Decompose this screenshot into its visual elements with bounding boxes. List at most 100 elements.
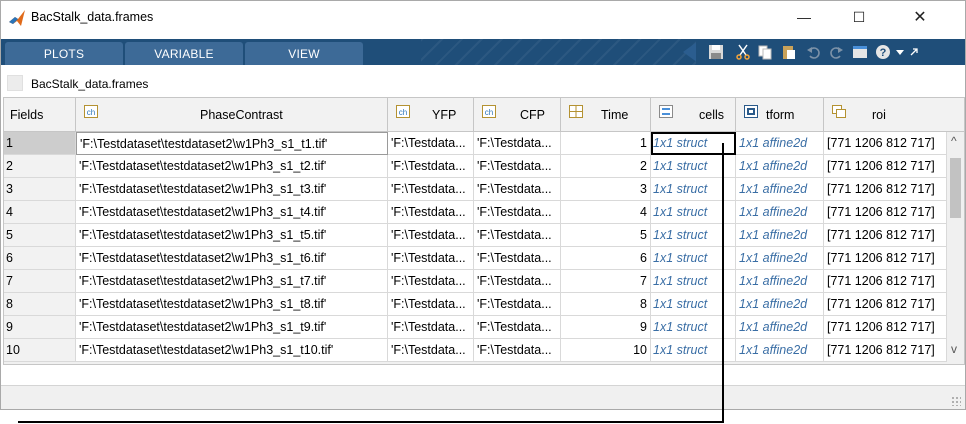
- roi-cell[interactable]: [771 1206 812 717]: [824, 316, 947, 339]
- tform-cell[interactable]: 1x1 affine2d: [736, 201, 824, 224]
- phasecontrast-cell[interactable]: 'F:\Testdataset\testdataset2\w1Ph3_s1_t6…: [76, 247, 388, 270]
- time-cell[interactable]: 10: [561, 339, 651, 362]
- phasecontrast-cell[interactable]: 'F:\Testdataset\testdataset2\w1Ph3_s1_t5…: [76, 224, 388, 247]
- tform-cell[interactable]: 1x1 affine2d: [736, 316, 824, 339]
- cfp-cell[interactable]: 'F:\Testdata...: [474, 293, 561, 316]
- time-cell[interactable]: 4: [561, 201, 651, 224]
- close-button[interactable]: ✕: [897, 1, 943, 33]
- column-header-tform[interactable]: tform: [736, 98, 824, 132]
- cfp-cell[interactable]: 'F:\Testdata...: [474, 247, 561, 270]
- yfp-cell[interactable]: 'F:\Testdata...: [388, 201, 474, 224]
- yfp-cell[interactable]: 'F:\Testdata...: [388, 132, 474, 155]
- time-cell[interactable]: 3: [561, 178, 651, 201]
- help-icon[interactable]: ?: [874, 43, 892, 61]
- roi-cell[interactable]: [771 1206 812 717]: [824, 224, 947, 247]
- phasecontrast-cell[interactable]: 'F:\Testdataset\testdataset2\w1Ph3_s1_t1…: [76, 339, 388, 362]
- yfp-cell[interactable]: 'F:\Testdata...: [388, 178, 474, 201]
- column-header-yfp[interactable]: ch YFP: [388, 98, 474, 132]
- tform-cell[interactable]: 1x1 affine2d: [736, 132, 824, 155]
- cut-icon[interactable]: [734, 43, 752, 61]
- paste-icon[interactable]: [780, 43, 798, 61]
- phasecontrast-cell[interactable]: 'F:\Testdataset\testdataset2\w1Ph3_s1_t7…: [76, 270, 388, 293]
- row-number[interactable]: 2: [4, 155, 76, 178]
- layout-icon[interactable]: [851, 43, 869, 61]
- row-number[interactable]: 8: [4, 293, 76, 316]
- save-icon[interactable]: [707, 43, 725, 61]
- tform-cell[interactable]: 1x1 affine2d: [736, 155, 824, 178]
- tform-cell[interactable]: 1x1 affine2d: [736, 178, 824, 201]
- row-number[interactable]: 10: [4, 339, 76, 362]
- roi-cell[interactable]: [771 1206 812 717]: [824, 132, 947, 155]
- phasecontrast-cell[interactable]: 'F:\Testdataset\testdataset2\w1Ph3_s1_t1…: [76, 132, 388, 155]
- roi-cell[interactable]: [771 1206 812 717]: [824, 293, 947, 316]
- tform-cell[interactable]: 1x1 affine2d: [736, 339, 824, 362]
- undo-icon[interactable]: [805, 43, 823, 61]
- collapse-icon[interactable]: [908, 43, 920, 61]
- time-cell[interactable]: 8: [561, 293, 651, 316]
- phasecontrast-cell[interactable]: 'F:\Testdataset\testdataset2\w1Ph3_s1_t2…: [76, 155, 388, 178]
- roi-cell[interactable]: [771 1206 812 717]: [824, 178, 947, 201]
- phasecontrast-cell[interactable]: 'F:\Testdataset\testdataset2\w1Ph3_s1_t3…: [76, 178, 388, 201]
- minimize-button[interactable]: —: [781, 1, 827, 33]
- maximize-button[interactable]: ☐: [836, 1, 882, 33]
- column-header-phasecontrast[interactable]: ch PhaseContrast: [76, 98, 388, 132]
- cfp-cell[interactable]: 'F:\Testdata...: [474, 155, 561, 178]
- time-cell[interactable]: 6: [561, 247, 651, 270]
- phasecontrast-cell[interactable]: 'F:\Testdataset\testdataset2\w1Ph3_s1_t9…: [76, 316, 388, 339]
- yfp-cell[interactable]: 'F:\Testdata...: [388, 224, 474, 247]
- cfp-cell[interactable]: 'F:\Testdata...: [474, 178, 561, 201]
- row-number[interactable]: 1: [4, 132, 76, 155]
- scroll-up-icon[interactable]: ^: [951, 134, 957, 148]
- tform-cell[interactable]: 1x1 affine2d: [736, 224, 824, 247]
- tform-cell[interactable]: 1x1 affine2d: [736, 247, 824, 270]
- row-number[interactable]: 4: [4, 201, 76, 224]
- yfp-cell[interactable]: 'F:\Testdata...: [388, 316, 474, 339]
- yfp-cell[interactable]: 'F:\Testdata...: [388, 155, 474, 178]
- scroll-down-icon[interactable]: v: [951, 342, 957, 356]
- column-header-cells[interactable]: cells: [651, 98, 736, 132]
- copy-icon[interactable]: [756, 43, 774, 61]
- roi-cell[interactable]: [771 1206 812 717]: [824, 247, 947, 270]
- phasecontrast-cell[interactable]: 'F:\Testdataset\testdataset2\w1Ph3_s1_t4…: [76, 201, 388, 224]
- roi-cell[interactable]: [771 1206 812 717]: [824, 201, 947, 224]
- cfp-cell[interactable]: 'F:\Testdata...: [474, 224, 561, 247]
- cfp-cell[interactable]: 'F:\Testdata...: [474, 132, 561, 155]
- column-header-cfp[interactable]: ch CFP: [474, 98, 561, 132]
- time-cell[interactable]: 1: [561, 132, 651, 155]
- row-number[interactable]: 7: [4, 270, 76, 293]
- time-cell[interactable]: 9: [561, 316, 651, 339]
- yfp-cell[interactable]: 'F:\Testdata...: [388, 339, 474, 362]
- cfp-cell[interactable]: 'F:\Testdata...: [474, 201, 561, 224]
- phasecontrast-cell[interactable]: 'F:\Testdataset\testdataset2\w1Ph3_s1_t8…: [76, 293, 388, 316]
- roi-cell[interactable]: [771 1206 812 717]: [824, 339, 947, 362]
- row-number[interactable]: 3: [4, 178, 76, 201]
- time-cell[interactable]: 7: [561, 270, 651, 293]
- tab-plots[interactable]: PLOTS: [5, 42, 123, 65]
- tform-cell[interactable]: 1x1 affine2d: [736, 293, 824, 316]
- roi-cell[interactable]: [771 1206 812 717]: [824, 270, 947, 293]
- yfp-cell[interactable]: 'F:\Testdata...: [388, 293, 474, 316]
- yfp-cell[interactable]: 'F:\Testdata...: [388, 270, 474, 293]
- tab-variable[interactable]: VARIABLE: [125, 42, 243, 65]
- column-header-fields[interactable]: Fields: [4, 98, 76, 132]
- row-number[interactable]: 5: [4, 224, 76, 247]
- time-cell[interactable]: 5: [561, 224, 651, 247]
- resize-grip-icon[interactable]: [951, 396, 961, 406]
- vertical-scroll-thumb[interactable]: [950, 158, 961, 218]
- yfp-cell[interactable]: 'F:\Testdata...: [388, 247, 474, 270]
- row-number[interactable]: 6: [4, 247, 76, 270]
- cfp-cell[interactable]: 'F:\Testdata...: [474, 339, 561, 362]
- redo-icon[interactable]: [827, 43, 845, 61]
- column-header-time[interactable]: Time: [561, 98, 651, 132]
- cfp-cell[interactable]: 'F:\Testdata...: [474, 270, 561, 293]
- dropdown-icon[interactable]: [894, 43, 906, 61]
- time-cell[interactable]: 2: [561, 155, 651, 178]
- column-header-roi[interactable]: roi: [824, 98, 947, 132]
- tab-view[interactable]: VIEW: [245, 42, 363, 65]
- vertical-scrollbar[interactable]: ^ v: [947, 132, 964, 362]
- roi-cell[interactable]: [771 1206 812 717]: [824, 155, 947, 178]
- scroll-left-icon[interactable]: <: [22, 364, 29, 365]
- tform-cell[interactable]: 1x1 affine2d: [736, 270, 824, 293]
- horizontal-scrollbar[interactable]: < >: [4, 362, 964, 365]
- scroll-right-icon[interactable]: >: [934, 364, 941, 365]
